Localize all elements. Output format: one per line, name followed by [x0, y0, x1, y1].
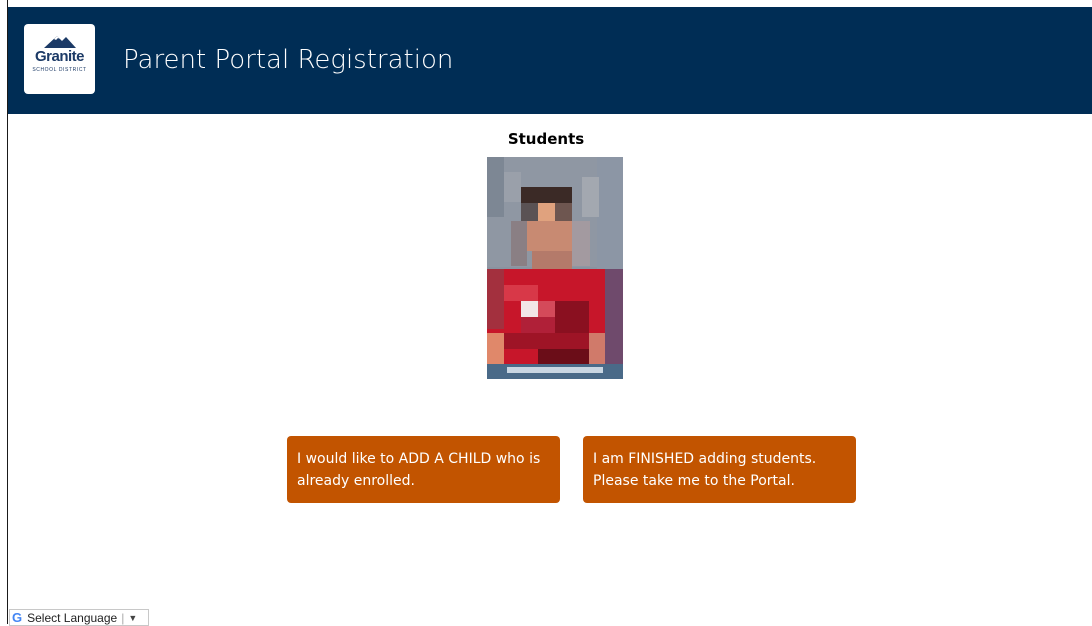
logo-wordmark: Granite: [34, 48, 85, 65]
header: Granite SCHOOL DISTRICT Parent Portal Re…: [8, 7, 1092, 114]
dropdown-arrow-icon: ▼: [128, 612, 138, 623]
finish-button[interactable]: I am FINISHED adding students. Please ta…: [583, 436, 856, 503]
language-label: Select Language: [27, 610, 118, 625]
student-photo[interactable]: [487, 157, 623, 379]
granite-logo[interactable]: Granite SCHOOL DISTRICT: [24, 24, 95, 94]
page-border: [0, 0, 8, 624]
google-icon: G: [12, 610, 23, 625]
page-title: Parent Portal Registration: [123, 45, 454, 75]
mountain-icon: [44, 36, 76, 48]
language-selector[interactable]: G Select Language | ▼: [9, 609, 149, 626]
students-heading: Students: [507, 130, 585, 148]
logo-subtitle: SCHOOL DISTRICT: [32, 67, 87, 73]
add-child-button[interactable]: I would like to ADD A CHILD who is alrea…: [287, 436, 560, 503]
separator: |: [121, 610, 125, 625]
